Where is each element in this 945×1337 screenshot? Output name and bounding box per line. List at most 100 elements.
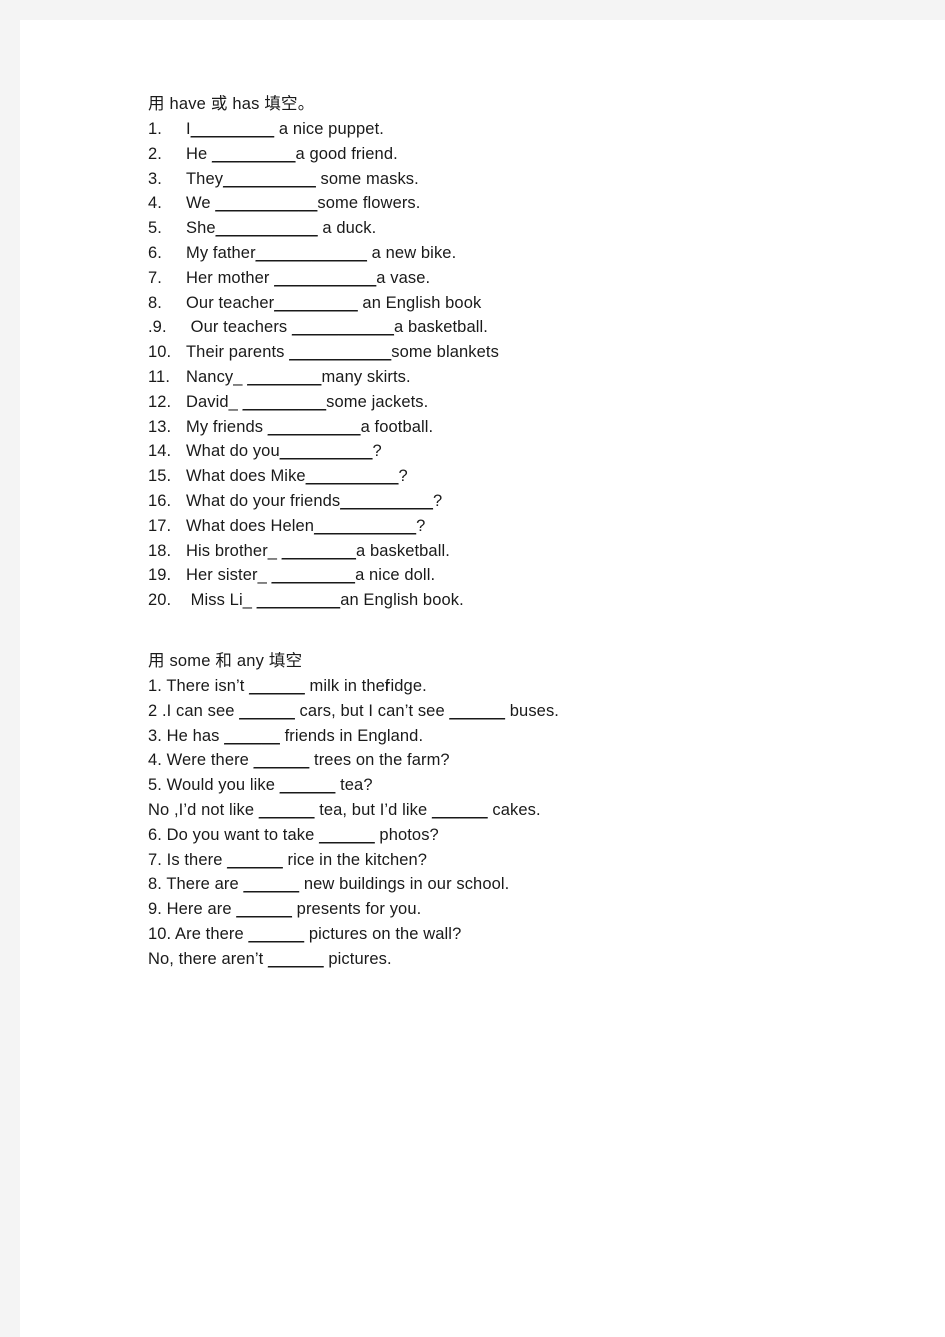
answer-blank[interactable]: _________ [257,591,341,609]
item-number: 8. [148,293,162,312]
answer-blank[interactable]: ___________ [274,269,376,287]
item-number: 4. [148,194,162,213]
answer-blank[interactable]: ______ [268,950,324,968]
list-item: 2. He _________a good friend. [148,142,888,167]
answer-blank[interactable]: _________ [191,120,275,138]
item-number: 17. [148,516,172,535]
item-body: What do you__________? [186,442,382,460]
section-some-any: 用 some 和 any 填空 1. There isn’t ______ mi… [148,649,888,972]
item-body: Her mother ___________a vase. [186,269,430,287]
item-text-b: presents for you. [292,900,422,919]
item-body: Our teacher_________ an English book [186,294,481,312]
question-list-some-any: 1. There isn’t ______ milk in thefridge.… [148,674,888,972]
item-number: 11. [148,367,171,386]
answer-blank[interactable]: ________ [282,542,356,560]
item-body: Nancy_ ________many skirts. [186,368,411,386]
answer-blank[interactable]: ___________ [314,517,416,535]
item-body: Her sister_ _________a nice doll. [186,566,435,584]
item-text-pre: Her sister_ [186,566,272,585]
answer-blank[interactable]: ______ [249,677,305,695]
list-item: 4. We ___________some flowers. [148,191,888,216]
answer-blank[interactable]: ______ [319,826,375,844]
list-item: 3. He has ______ friends in England. [148,724,888,749]
answer-blank[interactable]: ______ [239,702,295,720]
item-text-b: tea, but I’d like [314,800,432,819]
answer-blank[interactable]: ______ [227,851,283,869]
answer-blank[interactable]: ______ [243,875,299,893]
document-content: 用 have 或 has 填空。 1. I_________ a nice pup… [148,92,888,972]
item-text-pre: What does Mike [186,467,306,486]
list-item: 13. My friends __________a football. [148,415,888,440]
item-number: 6. [148,243,162,262]
list-item: 10. Are there ______ pictures on the wal… [148,922,888,947]
item-text-b: pictures. [323,949,392,968]
item-number: 15. [148,467,172,486]
item-text-pre: Their parents [186,343,290,362]
item-text-post: a new bike. [367,243,457,262]
item-text-post: ? [433,491,443,510]
answer-blank[interactable]: ______ [236,900,292,918]
list-item: 14. What do you__________? [148,439,888,464]
item-text-pre: What do you [186,442,280,461]
question-list-have-has: 1. I_________ a nice puppet. 2. He _______… [148,117,888,613]
list-item: 20. Miss Li_ _________an English book. [148,588,888,613]
list-item: 12. David_ _________some jackets. [148,390,888,415]
answer-blank[interactable]: _________ [243,393,327,411]
item-body: My father____________ a new bike. [186,244,456,262]
answer-blank[interactable]: ___________ [215,194,317,212]
item-text-a: No, there aren’t [148,949,269,968]
item-text-pre: They [186,169,224,188]
answer-blank[interactable]: __________ [306,467,399,485]
item-text-a: 1. There isn’t [148,676,250,695]
list-item: 7. Is there ______ rice in the kitchen? [148,848,888,873]
answer-blank[interactable]: ___________ [289,343,391,361]
answer-blank[interactable]: ______ [280,776,336,794]
item-text-post: a basketball. [394,318,488,337]
answer-blank[interactable]: _________ [212,145,296,163]
list-item: 8. There are ______ new buildings in our… [148,872,888,897]
item-text-d: buses. [505,701,559,720]
item-text-post: a nice puppet. [274,120,384,138]
item-text-post: a football. [360,417,434,436]
item-text-pre: Her mother [186,268,275,287]
item-body: I_________ a nice puppet. [186,120,384,138]
answer-blank[interactable]: _________ [274,294,358,312]
section-title-some-any: 用 some 和 any 填空 [148,651,303,670]
item-text-post: a basketball. [355,541,450,560]
answer-blank[interactable]: ______ [224,727,280,745]
list-item: 6. Do you want to take ______ photos? [148,823,888,848]
item-body: His brother_ ________a basketball. [186,542,450,560]
item-text-b: trees on the farm? [309,751,450,770]
list-item: 17. What does Helen___________? [148,514,888,539]
item-text-a: 6. Do you want to take [148,825,320,844]
item-text-b: photos? [374,825,439,844]
answer-blank-2[interactable]: ______ [449,702,505,720]
item-body: What do your friends__________? [186,492,442,510]
answer-blank-2[interactable]: ______ [432,801,488,819]
answer-blank[interactable]: ______ [248,925,304,943]
item-number: 10. [148,343,172,362]
answer-blank[interactable]: __________ [268,418,361,436]
answer-blank[interactable]: __________ [340,492,433,510]
list-item: 11. Nancy_ ________many skirts. [148,365,888,390]
item-number: 3. [148,169,162,188]
item-text-post: some blankets [391,343,499,362]
item-number: .9. [148,318,167,337]
answer-blank[interactable]: __________ [280,442,373,460]
answer-blank[interactable]: ______ [259,801,315,819]
item-number: 2. [148,144,162,163]
item-text-pre: My friends [186,417,268,436]
answer-blank[interactable]: ____________ [256,244,367,262]
answer-blank[interactable]: ______ [254,751,310,769]
item-text-pre: Miss Li_ [186,591,257,610]
answer-blank[interactable]: ___________ [292,318,394,336]
item-body: What does Mike__________? [186,467,408,485]
answer-blank[interactable]: _________ [272,566,356,584]
item-text-pre: Our teacher [186,293,275,312]
answer-blank[interactable]: __________ [223,170,316,188]
item-text-a: 10. Are there [148,924,249,943]
list-item: 3. They__________ some masks. [148,167,888,192]
answer-blank[interactable]: ___________ [216,219,318,237]
item-number: 20. [148,591,172,610]
answer-blank[interactable]: ________ [247,368,321,386]
